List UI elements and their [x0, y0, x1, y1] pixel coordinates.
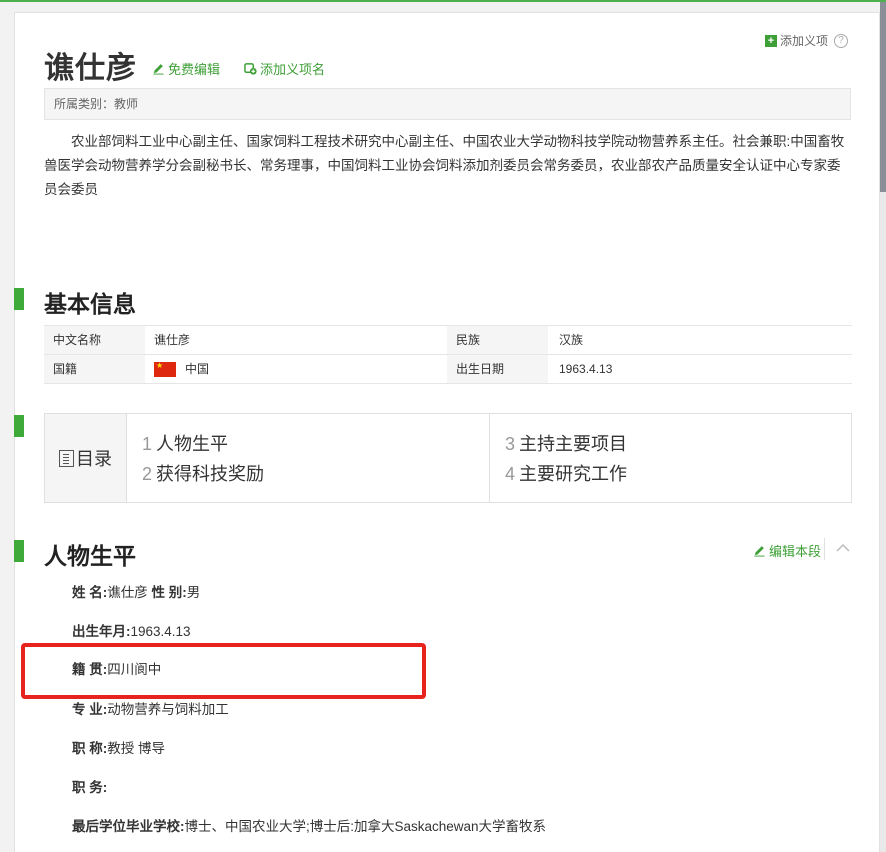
toc-label: 获得科技奖励: [156, 464, 265, 484]
info-value-text: 谯仕彦: [154, 333, 191, 347]
toc-item[interactable]: 1 人物生平: [142, 429, 489, 459]
entry-summary: 农业部饲料工业中心副主任、国家饲料工程技术研究中心副主任、中国农业大学动物科技学…: [44, 134, 845, 197]
basic-info-heading: 基本信息: [44, 291, 136, 317]
highlight-annotation-box: [21, 643, 426, 699]
document-icon: [59, 449, 74, 467]
bio-value: 动物营养与饲料加工: [107, 702, 229, 717]
bio-label: 出生年月:: [72, 624, 131, 639]
info-value-text: 中国: [185, 362, 210, 376]
pencil-icon: [754, 546, 765, 557]
china-flag-icon: [154, 361, 176, 377]
table-of-contents: 目录 1 人物生平 2 获得科技奖励 3 主持主要项目 4 主要研究工作: [44, 413, 852, 503]
divider: [824, 538, 825, 560]
free-edit-link[interactable]: 免费编辑: [152, 59, 220, 78]
section-marker: [14, 540, 24, 562]
toc-number: 2: [142, 464, 153, 484]
toc-number: 4: [505, 464, 516, 484]
plus-icon: +: [765, 34, 777, 47]
info-key: 国籍: [44, 355, 145, 383]
toc-number: 1: [142, 434, 153, 454]
toc-item[interactable]: 3 主持主要项目: [505, 429, 851, 459]
toc-header: 目录: [45, 414, 127, 502]
bio-value: 博士、中国农业大学;博士后:加拿大Saskachewan大学畜牧系: [184, 819, 547, 834]
bio-line: 出生年月:1963.4.13: [72, 620, 191, 640]
bio-value: 谯仕彦: [107, 585, 152, 600]
bio-line: 专 业:动物营养与饲料加工: [72, 698, 229, 718]
bio-value: 1963.4.13: [130, 624, 191, 639]
help-icon[interactable]: ?: [834, 33, 849, 48]
bio-label: 职 务:: [72, 780, 108, 795]
bio-label: 最后学位毕业学校:: [72, 819, 185, 834]
bio-label: 性 别:: [151, 585, 187, 600]
bio-label: 专 业:: [72, 702, 108, 717]
table-row: 国籍 中国 出生日期 1963.4.13: [44, 355, 852, 384]
table-row: 中文名称 谯仕彦 民族 汉族: [44, 326, 852, 355]
info-value: 1963.4.13: [559, 362, 613, 376]
bio-label: 姓 名:: [72, 585, 108, 600]
toc-label: 人物生平: [156, 434, 229, 454]
bio-label: 职 称:: [72, 741, 108, 756]
biography-heading: 人物生平: [44, 543, 136, 569]
add-sense-button[interactable]: + 添加义项 ?: [765, 32, 849, 49]
bio-line: 最后学位毕业学校:博士、中国农业大学;博士后:加拿大Saskachewan大学畜…: [72, 815, 546, 835]
top-accent-line: [0, 0, 886, 2]
add-sense-name-link[interactable]: 添加义项名: [244, 59, 325, 78]
info-key: 民族: [447, 326, 548, 354]
toc-number: 3: [505, 434, 516, 454]
basic-info-table: 中文名称 谯仕彦 民族 汉族 国籍 中国 出生日期 1963.4.13: [44, 325, 852, 384]
page-title: 谯仕彦: [44, 52, 137, 85]
section-marker: [14, 288, 24, 310]
info-key: 中文名称: [44, 326, 145, 354]
info-value: 中国: [145, 355, 447, 383]
toc-title: 目录: [76, 449, 112, 469]
bio-line: 职 称:教授 博导: [72, 737, 165, 757]
bio-value: 男: [186, 585, 201, 600]
toc-label: 主持主要项目: [519, 434, 628, 454]
toc-column: 3 主持主要项目 4 主要研究工作: [489, 414, 851, 502]
free-edit-label: 免费编辑: [168, 62, 221, 77]
scrollbar[interactable]: [880, 2, 886, 852]
section-marker: [14, 415, 24, 437]
bio-value: 教授 博导: [107, 741, 166, 756]
toc-item[interactable]: 2 获得科技奖励: [142, 459, 489, 489]
entry-page: 谯仕彦 免费编辑 添加义项名 + 添加义项 ? 所属类别：教师 农业部饲料工业中…: [14, 12, 880, 852]
edit-section-link[interactable]: 编辑本段: [753, 541, 821, 560]
add-sense-label: 添加义项: [780, 34, 829, 48]
bio-line: 姓 名:谯仕彦 性 别:男: [72, 581, 200, 601]
scrollbar-thumb[interactable]: [880, 2, 886, 192]
toc-item[interactable]: 4 主要研究工作: [505, 459, 851, 489]
info-value: 汉族: [559, 333, 584, 347]
category-bar: 所属类别：教师: [44, 88, 851, 120]
toc-column: 1 人物生平 2 获得科技奖励: [127, 414, 489, 502]
toc-label: 主要研究工作: [519, 464, 628, 484]
edit-section-label: 编辑本段: [769, 544, 822, 559]
tag-plus-icon: [244, 63, 257, 75]
info-key: 出生日期: [447, 355, 548, 383]
chevron-up-icon[interactable]: [835, 540, 851, 556]
pencil-icon: [153, 64, 164, 75]
info-value: 谯仕彦: [145, 326, 447, 354]
add-sense-name-label: 添加义项名: [260, 62, 326, 77]
bio-line: 职 务:: [72, 776, 107, 796]
